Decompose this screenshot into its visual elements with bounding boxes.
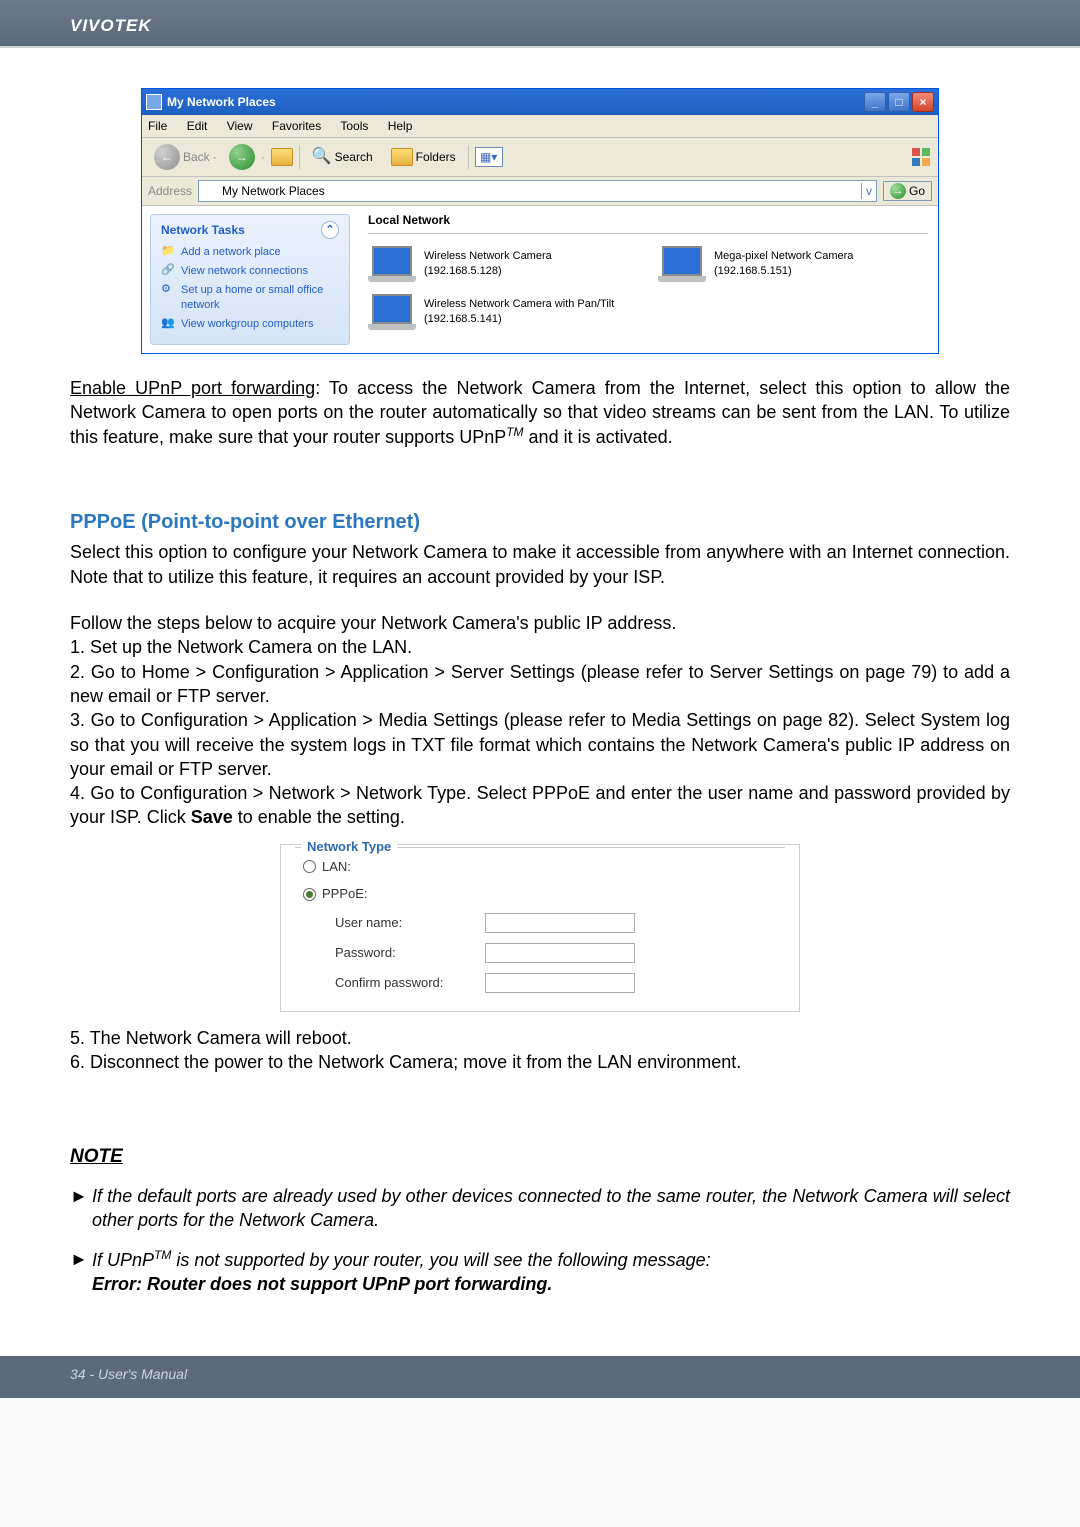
password-input[interactable] xyxy=(485,943,635,963)
address-label: Address xyxy=(148,183,192,199)
up-folder-icon[interactable] xyxy=(271,148,293,166)
toolbar: ←Back · →· 🔍Search Folders ▦▾ xyxy=(142,138,938,177)
collapse-icon[interactable]: ⌃ xyxy=(321,221,339,239)
address-field[interactable]: My Network Places v xyxy=(198,180,877,202)
confirm-label: Confirm password: xyxy=(335,974,485,992)
upnp-lead: Enable UPnP port forwarding xyxy=(70,378,315,398)
task-view-workgroup[interactable]: 👥View workgroup computers xyxy=(161,315,339,334)
footer-text: 34 - User's Manual xyxy=(70,1366,187,1382)
arrow-icon: ► xyxy=(70,1247,92,1297)
brand-text: VIVOTEK xyxy=(70,16,152,35)
step-4: 4. Go to Configuration > Network > Netwo… xyxy=(70,781,1010,830)
note-item-2: ► If UPnPTM is not supported by your rou… xyxy=(70,1247,1010,1297)
upnp-paragraph: Enable UPnP port forwarding: To access t… xyxy=(70,376,1010,450)
pppoe-intro: Select this option to configure your Net… xyxy=(70,540,1010,589)
workgroup-icon: 👥 xyxy=(161,316,175,330)
device-icon xyxy=(658,246,706,282)
window-title: My Network Places xyxy=(167,94,864,110)
page-footer: 34 - User's Manual xyxy=(0,1356,1080,1398)
device-label: Mega-pixel Network Camera (192.168.5.151… xyxy=(714,249,918,279)
password-label: Password: xyxy=(335,944,485,962)
note-item-1: ► If the default ports are already used … xyxy=(70,1184,1010,1233)
note-heading: NOTE xyxy=(70,1144,1010,1170)
steps-list: 1. Set up the Network Camera on the LAN.… xyxy=(70,635,1010,829)
step-5: 5. The Network Camera will reboot. xyxy=(70,1026,1010,1050)
address-bar: Address My Network Places v →Go xyxy=(142,177,938,206)
home-network-icon: ⚙ xyxy=(161,282,175,296)
username-label: User name: xyxy=(335,914,485,932)
window-icon xyxy=(146,94,162,110)
back-button[interactable]: ←Back · xyxy=(148,142,223,172)
radio-pppoe[interactable] xyxy=(303,888,316,901)
step-3: 3. Go to Configuration > Application > M… xyxy=(70,708,1010,781)
network-type-form: Network Type LAN: PPPoE: User name: Pass… xyxy=(280,844,800,1012)
menu-file[interactable]: File xyxy=(148,119,167,133)
pppoe-follow: Follow the steps below to acquire your N… xyxy=(70,611,1010,635)
window-titlebar: My Network Places _ □ × xyxy=(142,89,938,115)
device-item[interactable]: Wireless Network Camera (192.168.5.128) xyxy=(368,246,628,282)
network-places-window: My Network Places _ □ × File Edit View F… xyxy=(141,88,939,354)
forward-button[interactable]: → xyxy=(229,144,255,170)
step-2: 2. Go to Home > Configuration > Applicat… xyxy=(70,660,1010,709)
folder-icon xyxy=(391,148,413,166)
device-item[interactable]: Wireless Network Camera with Pan/Tilt (1… xyxy=(368,294,628,330)
steps-list-cont: 5. The Network Camera will reboot. 6. Di… xyxy=(70,1026,1010,1075)
task-add-network-place[interactable]: 📁Add a network place xyxy=(161,243,339,262)
form-legend: Network Type xyxy=(301,839,397,854)
error-message: Error: Router does not support UPnP port… xyxy=(92,1274,552,1294)
task-setup-network[interactable]: ⚙Set up a home or small office network xyxy=(161,281,339,315)
folders-button[interactable]: Folders xyxy=(385,146,462,168)
views-button[interactable]: ▦▾ xyxy=(475,147,503,167)
address-value: My Network Places xyxy=(222,183,325,199)
maximize-button[interactable]: □ xyxy=(888,92,910,112)
address-icon xyxy=(203,184,217,198)
radio-lan[interactable] xyxy=(303,860,316,873)
network-tasks-heading: Network Tasks xyxy=(161,222,245,238)
minimize-button[interactable]: _ xyxy=(864,92,886,112)
menu-tools[interactable]: Tools xyxy=(340,119,368,133)
lan-radio-row[interactable]: LAN: xyxy=(295,858,785,876)
menu-help[interactable]: Help xyxy=(388,119,413,133)
task-view-connections[interactable]: 🔗View network connections xyxy=(161,262,339,281)
device-item[interactable]: Mega-pixel Network Camera (192.168.5.151… xyxy=(658,246,918,282)
search-button[interactable]: 🔍Search xyxy=(306,144,379,170)
confirm-input[interactable] xyxy=(485,973,635,993)
menu-favorites[interactable]: Favorites xyxy=(272,119,321,133)
username-input[interactable] xyxy=(485,913,635,933)
device-label: Wireless Network Camera (192.168.5.128) xyxy=(424,249,628,279)
page-header: VIVOTEK xyxy=(0,0,1080,48)
network-tasks-panel: Network Tasks ⌃ 📁Add a network place 🔗Vie… xyxy=(150,214,350,344)
local-network-heading: Local Network xyxy=(368,212,928,233)
pppoe-radio-row[interactable]: PPPoE: xyxy=(295,885,785,903)
device-label: Wireless Network Camera with Pan/Tilt (1… xyxy=(424,297,628,327)
windows-logo-icon xyxy=(910,147,932,167)
device-icon xyxy=(368,246,416,282)
close-button[interactable]: × xyxy=(912,92,934,112)
menubar: File Edit View Favorites Tools Help xyxy=(142,115,938,138)
device-icon xyxy=(368,294,416,330)
arrow-icon: ► xyxy=(70,1184,92,1233)
folder-plus-icon: 📁 xyxy=(161,244,175,258)
address-dropdown-icon[interactable]: v xyxy=(861,183,872,199)
pppoe-heading: PPPoE (Point-to-point over Ethernet) xyxy=(70,509,1010,536)
menu-edit[interactable]: Edit xyxy=(187,119,208,133)
step-1: 1. Set up the Network Camera on the LAN. xyxy=(70,635,1010,659)
menu-view[interactable]: View xyxy=(227,119,253,133)
step-6: 6. Disconnect the power to the Network C… xyxy=(70,1050,1010,1074)
network-icon: 🔗 xyxy=(161,263,175,277)
go-button[interactable]: →Go xyxy=(883,181,932,201)
